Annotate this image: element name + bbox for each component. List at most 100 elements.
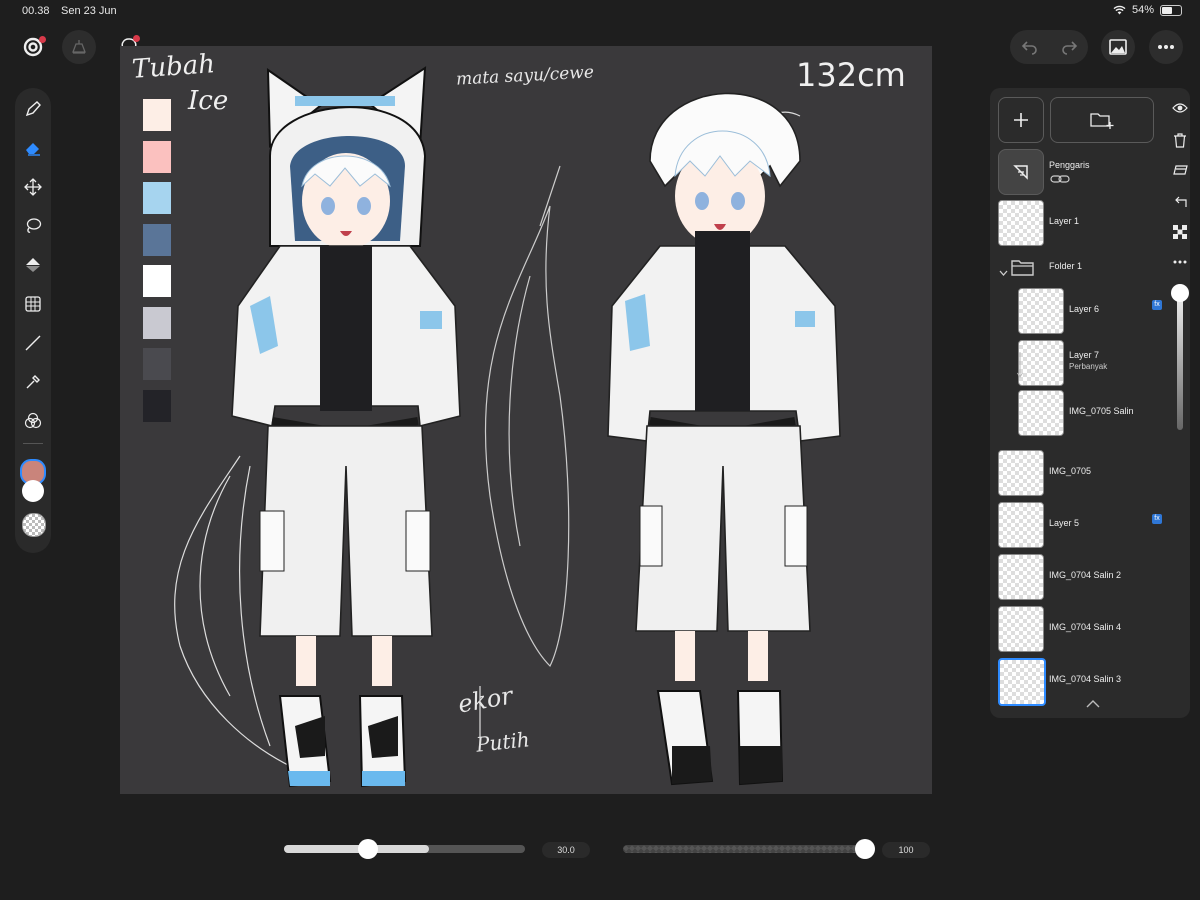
eyedropper-icon [26, 375, 40, 389]
move-tool[interactable] [22, 176, 44, 198]
status-time: 00.38 [22, 5, 50, 17]
transform-tool[interactable] [22, 293, 44, 315]
layer-opacity-track[interactable] [1177, 296, 1183, 430]
layer-name: IMG_0705 [1049, 466, 1092, 476]
layer-opacity-knob[interactable] [1171, 284, 1189, 302]
link-icon [1050, 175, 1070, 183]
folder-plus-icon [1090, 113, 1114, 129]
eye-icon [1172, 103, 1188, 113]
image-icon [1109, 39, 1127, 55]
layer-thumbnail[interactable] [998, 450, 1044, 496]
layer-name: IMG_0704 Salin 4 [1049, 622, 1122, 632]
clip-icon [1174, 196, 1187, 207]
lamp-icon [72, 40, 86, 54]
blend-tool[interactable] [22, 410, 44, 432]
layer-name: IMG_0705 Salin [1069, 406, 1134, 416]
toolbar-divider [23, 443, 43, 444]
layer-blend-mode: Perbanyak [1069, 362, 1108, 371]
brush-size-knob[interactable] [357, 839, 378, 859]
clipping-arrow-icon [1017, 352, 1023, 383]
character-right [607, 92, 841, 786]
lasso-tool[interactable] [22, 215, 44, 237]
eraser-icon [26, 143, 40, 156]
transparent-color-swatch[interactable] [22, 513, 46, 537]
line-tool[interactable] [22, 332, 44, 354]
lasso-icon [26, 218, 42, 233]
opacity-slider[interactable] [623, 845, 875, 853]
secondary-color-swatch[interactable] [22, 480, 44, 502]
opacity-value[interactable]: 100 [882, 842, 930, 858]
plus-icon [1014, 113, 1028, 127]
battery-percent: 54% [1131, 4, 1154, 16]
layer-more-button[interactable] [1172, 254, 1188, 270]
layer-thumbnail[interactable] [998, 200, 1044, 246]
brush-size-slider[interactable] [284, 845, 525, 853]
notification-dot [133, 35, 140, 42]
tool-bar [15, 88, 51, 553]
eraser-tool[interactable] [22, 137, 44, 159]
add-folder-button[interactable] [1050, 97, 1154, 143]
layer-thumbnail[interactable] [1018, 390, 1064, 436]
layer-name: Layer 1 [1049, 216, 1080, 226]
character-artwork [174, 66, 841, 788]
folder-expand-icon[interactable] [999, 263, 1008, 281]
layer-name: Layer 6 [1069, 304, 1100, 314]
layers-icon [1172, 165, 1188, 175]
checker-icon [1173, 225, 1187, 239]
drawing-canvas[interactable]: Tubah Ice mata sayu/cewe 132cm ekor Puti… [120, 46, 932, 794]
wifi-icon [1113, 5, 1126, 15]
layer-name: IMG_0704 Salin 2 [1049, 570, 1122, 580]
fill-tool[interactable] [22, 254, 44, 276]
layer-thumbnail[interactable] [998, 658, 1046, 706]
layer-name: Layer 5 [1049, 518, 1080, 528]
status-bar: 00.38 Sen 23 Jun 54% [0, 0, 1200, 22]
mask-layer-button[interactable] [1172, 224, 1188, 240]
chevron-up-icon[interactable] [1086, 700, 1100, 708]
more-icon [1158, 45, 1174, 49]
status-right: 54% [1113, 4, 1182, 16]
layer-thumbnail[interactable] [1018, 288, 1064, 334]
eyedropper-tool[interactable] [22, 371, 44, 393]
layer-name: IMG_0704 Salin 3 [1049, 674, 1122, 684]
fx-badge[interactable]: fx [1152, 514, 1162, 524]
gallery-button[interactable] [16, 30, 50, 64]
status-date: Sen 23 Jun [61, 5, 117, 17]
layers-panel: Penggaris Layer 1 Folder 1 Layer 6 fx Layer … [990, 88, 1190, 718]
reference-button[interactable] [62, 30, 96, 64]
add-layer-button[interactable] [998, 97, 1044, 143]
fx-badge[interactable]: fx [1152, 300, 1162, 310]
ruler-icon [1013, 165, 1028, 180]
more-button[interactable] [1149, 30, 1183, 64]
move-icon [24, 178, 42, 196]
blend-icon [24, 412, 42, 429]
folder-name: Folder 1 [1049, 261, 1083, 271]
redo-icon[interactable] [1060, 39, 1078, 55]
layer-thumbnail[interactable] [998, 554, 1044, 600]
fill-icon [26, 258, 40, 272]
line-icon [25, 335, 41, 351]
layer-thumbnail[interactable] [998, 606, 1044, 652]
brush-size-value[interactable]: 30.0 [542, 842, 590, 858]
undo-redo-group [1010, 30, 1088, 64]
notification-dot [39, 36, 46, 43]
visibility-toggle[interactable] [1172, 100, 1188, 116]
layer-name: Layer 7 [1069, 350, 1100, 360]
character-left [231, 66, 461, 788]
layer-thumbnail[interactable] [998, 502, 1044, 548]
opacity-knob[interactable] [855, 839, 875, 859]
brush-icon [25, 101, 41, 117]
folder-icon[interactable] [1011, 259, 1035, 282]
undo-icon[interactable] [1021, 39, 1039, 55]
layer-properties-button[interactable] [1172, 163, 1188, 179]
brush-tool[interactable] [22, 98, 44, 120]
trash-icon [1174, 132, 1186, 148]
delete-layer-button[interactable] [1172, 132, 1188, 148]
image-button[interactable] [1101, 30, 1135, 64]
battery-icon [1160, 4, 1182, 16]
transform-icon [25, 296, 41, 312]
more-icon [1173, 260, 1187, 264]
ruler-layer-name: Penggaris [1049, 160, 1090, 170]
layer-thumbnail[interactable] [1018, 340, 1064, 386]
clip-layer-button[interactable] [1172, 193, 1188, 209]
ruler-layer-thumb[interactable] [998, 149, 1044, 195]
